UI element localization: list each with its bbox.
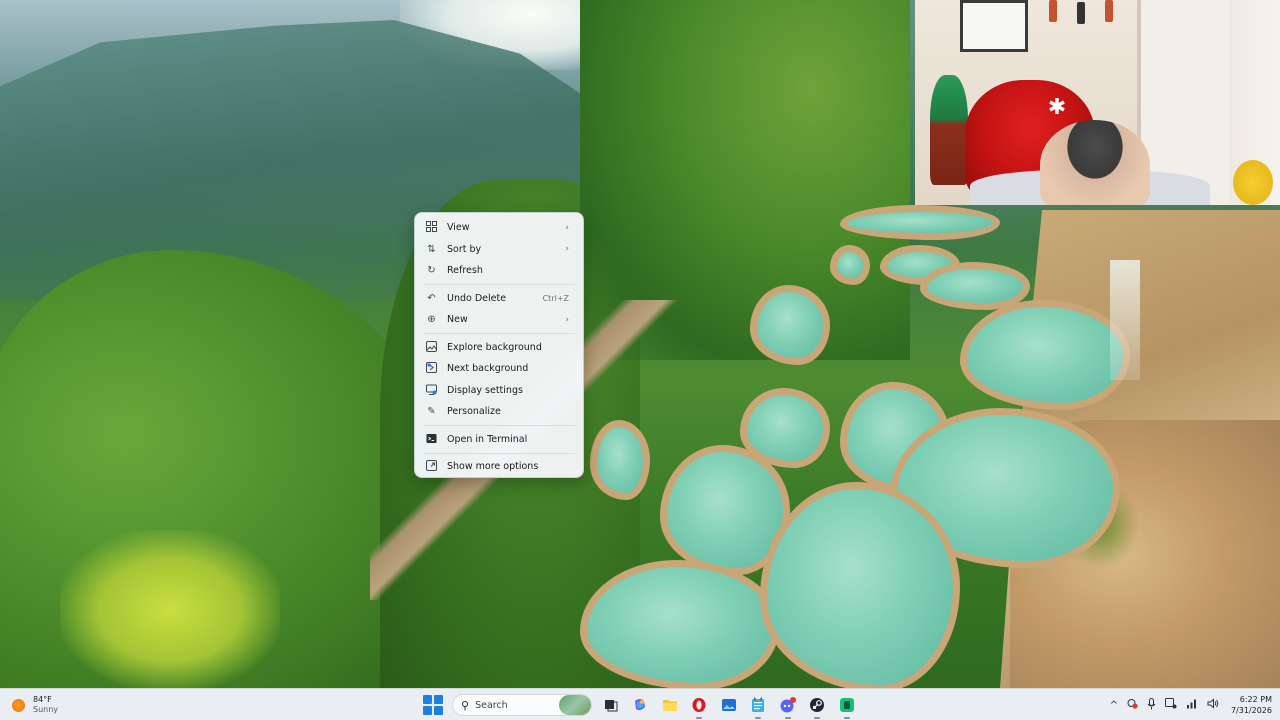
menu-item-undo-delete[interactable]: ↶ Undo Delete Ctrl+Z: [419, 288, 579, 310]
chevron-right-icon: ›: [565, 314, 569, 325]
more-options-icon: [425, 460, 438, 473]
wallpaper-pool: [750, 285, 830, 365]
menu-item-label: Open in Terminal: [447, 433, 528, 445]
discord-icon[interactable]: [777, 694, 799, 719]
brush-icon: ✎: [427, 406, 436, 417]
webcam-shelf-items: [1047, 0, 1117, 40]
wallpaper-yellow-foliage: [60, 530, 280, 688]
wallpaper-waterfall: [1110, 260, 1140, 380]
wallpaper-pool: [580, 560, 780, 688]
device-icon[interactable]: [1164, 698, 1177, 712]
menu-item-open-in-terminal[interactable]: Open in Terminal: [419, 429, 579, 451]
notepad-icon[interactable]: [747, 694, 769, 719]
wallpaper-pool: [590, 420, 650, 500]
menu-item-shortcut: Ctrl+Z: [542, 293, 569, 303]
wallpaper-pool: [840, 205, 1000, 240]
weather-condition: Sunny: [33, 705, 59, 714]
sun-icon: [12, 698, 25, 712]
chevron-right-icon: ›: [565, 244, 569, 255]
spider-logo-icon: ✱: [1047, 95, 1067, 120]
menu-item-label: Refresh: [447, 265, 483, 277]
menu-item-refresh[interactable]: ↻ Refresh: [419, 260, 579, 282]
windows-logo-tile: [423, 695, 433, 705]
menu-item-label: Sort by: [447, 243, 482, 255]
windows-logo-tile: [433, 695, 443, 705]
wallpaper-pool: [760, 482, 960, 688]
network-icon[interactable]: [1186, 698, 1198, 712]
plus-circle-icon: ⊕: [427, 314, 436, 325]
task-view-icon[interactable]: [600, 694, 622, 716]
menu-separator: [423, 425, 575, 426]
grid-icon: [425, 221, 438, 234]
webcam-plant: [930, 75, 968, 185]
menu-separator: [423, 333, 575, 334]
webcam-whiteboard: [960, 0, 1028, 52]
show-hidden-icons-chevron-icon[interactable]: ^: [1110, 700, 1118, 711]
system-tray: ^ 6:22 PM 7/31/2026: [1101, 692, 1272, 718]
undo-icon: ↶: [427, 292, 436, 304]
menu-item-label: Next background: [447, 363, 529, 375]
clock-date: 7/31/2026: [1230, 706, 1272, 715]
microphone-icon[interactable]: [1147, 697, 1156, 713]
copilot-icon[interactable]: [629, 694, 651, 716]
opera-icon[interactable]: [688, 694, 710, 719]
menu-item-sort-by[interactable]: ⇅ Sort by ›: [419, 239, 579, 261]
menu-item-new[interactable]: ⊕ New ›: [419, 309, 579, 331]
menu-item-label: Personalize: [447, 406, 501, 418]
webcam-person-head: [1040, 120, 1150, 205]
menu-separator: [423, 452, 575, 454]
windows-logo-tile: [433, 705, 443, 715]
weather-temperature: 84°F: [33, 695, 52, 704]
menu-item-label: Show more options: [447, 461, 539, 473]
weather-widget[interactable]: 84°F Sunny: [12, 693, 58, 717]
steam-icon[interactable]: [806, 694, 828, 719]
taskbar: 84°F Sunny ⚲ Search ^ 6:22 PM 7/31/2026: [0, 688, 1280, 720]
menu-item-label: New: [447, 314, 468, 326]
wallpaper-pool: [960, 300, 1130, 410]
display-icon: [425, 384, 438, 397]
weather-text: 84°F Sunny: [33, 695, 58, 715]
clock[interactable]: 6:22 PM 7/31/2026: [1231, 694, 1272, 716]
security-badge-icon[interactable]: [1127, 698, 1138, 712]
file-explorer-icon[interactable]: [659, 694, 681, 716]
search-icon: ⚲: [461, 698, 470, 712]
webcam-plush: [1233, 160, 1273, 205]
search-placeholder: Search: [475, 699, 508, 711]
volume-icon[interactable]: [1207, 698, 1219, 712]
menu-item-display-settings[interactable]: Display settings: [419, 380, 579, 402]
search-highlight-image: [559, 695, 591, 715]
windows-logo-tile: [423, 705, 433, 715]
menu-item-label: Explore background: [447, 341, 542, 353]
app-icon[interactable]: [836, 694, 858, 719]
start-button[interactable]: [422, 694, 444, 716]
terminal-icon: [425, 433, 438, 446]
menu-separator: [423, 284, 575, 285]
taskbar-search-box[interactable]: ⚲ Search: [452, 694, 592, 716]
chevron-right-icon: ›: [565, 222, 569, 233]
next-image-icon: [425, 362, 438, 375]
image-icon: [425, 340, 438, 354]
sort-icon: ⇅: [427, 243, 436, 255]
refresh-icon: ↻: [427, 265, 436, 276]
menu-item-personalize[interactable]: ✎ Personalize: [419, 401, 579, 423]
menu-item-label: Display settings: [447, 384, 523, 396]
taskbar-center: ⚲ Search: [422, 692, 858, 719]
menu-item-explore-background[interactable]: Explore background: [419, 337, 579, 359]
menu-item-label: Undo Delete: [447, 292, 507, 304]
clock-time: 6:22 PM: [1239, 695, 1272, 704]
photos-icon[interactable]: [718, 694, 740, 716]
webcam-overlay: ✱: [915, 0, 1280, 205]
menu-item-view[interactable]: View ›: [419, 217, 579, 239]
wallpaper-pool: [830, 245, 870, 285]
menu-item-show-more-options[interactable]: Show more options: [419, 456, 579, 478]
menu-item-next-background[interactable]: Next background: [419, 358, 579, 380]
desktop-context-menu: View › ⇅ Sort by › ↻ Refresh ↶ Undo Dele…: [414, 212, 584, 478]
menu-item-label: View: [447, 222, 470, 234]
